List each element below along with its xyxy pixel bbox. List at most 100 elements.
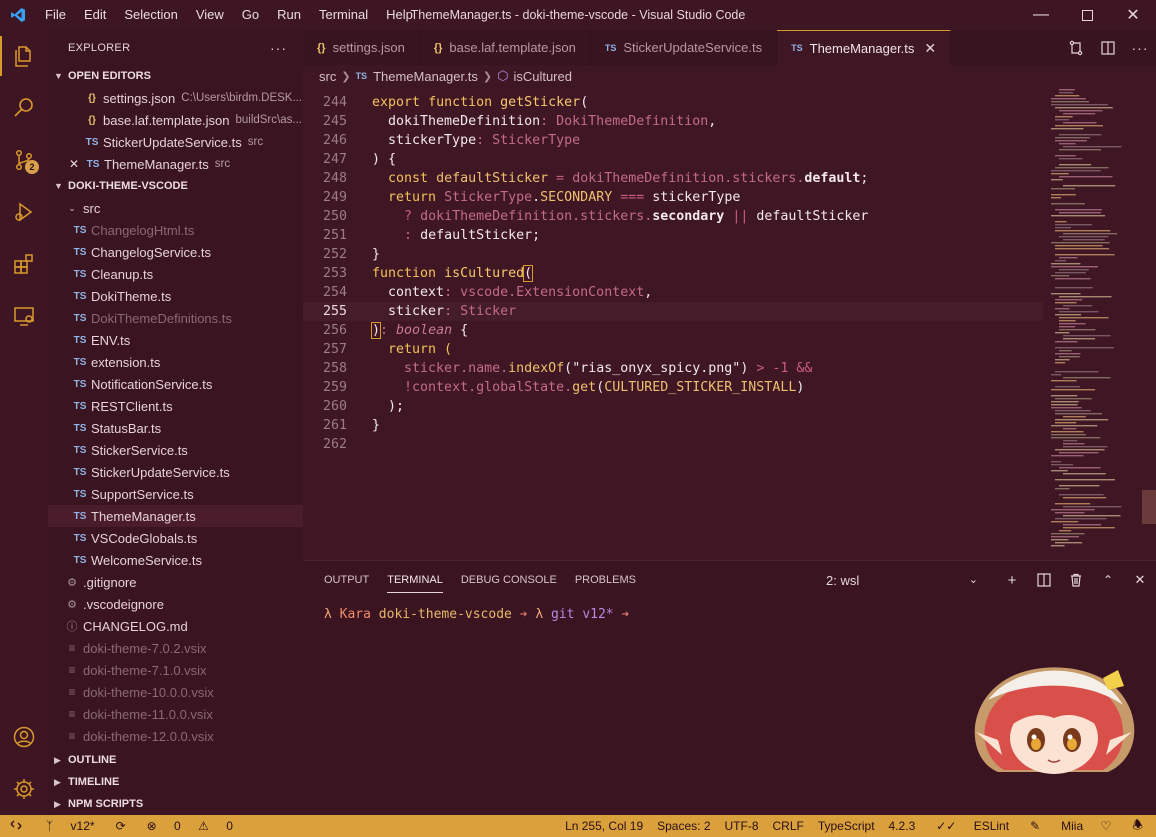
project-header[interactable]: ▼ DOKI-THEME-VSCODE xyxy=(48,175,303,197)
remote-explorer-icon[interactable] xyxy=(0,290,48,342)
maximize-panel-icon[interactable]: ⌃ xyxy=(1092,573,1124,587)
close-window-icon[interactable]: ✕ xyxy=(1110,0,1156,30)
file-item[interactable]: ≡ doki-theme-12.0.0.vsix xyxy=(48,725,303,747)
minimap[interactable] xyxy=(1049,87,1144,557)
menu-file[interactable]: File xyxy=(36,0,75,30)
menu-view[interactable]: View xyxy=(187,0,233,30)
source-control-icon[interactable]: 2 xyxy=(0,134,48,186)
extensions-icon[interactable] xyxy=(0,238,48,290)
breadcrumb-folder[interactable]: src xyxy=(319,69,336,84)
file-item[interactable]: TS StatusBar.ts xyxy=(48,417,303,439)
file-name: ChangelogService.ts xyxy=(91,244,211,260)
feedback-icon[interactable]: ✎ xyxy=(1023,819,1047,833)
eslint-status[interactable]: ✓✓ ESLint xyxy=(922,819,1023,833)
split-editor-icon[interactable] xyxy=(1092,40,1124,56)
file-item[interactable]: TS ChangelogHtml.ts xyxy=(48,219,303,241)
breadcrumb-file[interactable]: ThemeManager.ts xyxy=(373,69,478,84)
open-editor-item[interactable]: TS StickerUpdateService.ts src xyxy=(48,131,303,153)
notifications-bell-icon[interactable]: 🕭 xyxy=(1125,816,1150,837)
tab-problems[interactable]: PROBLEMS xyxy=(566,561,645,599)
run-debug-icon[interactable] xyxy=(0,186,48,238)
tab-base-laf-template[interactable]: {} base.laf.template.json xyxy=(420,30,591,65)
file-item[interactable]: TS WelcomeService.ts xyxy=(48,549,303,571)
file-item[interactable]: ≡ doki-theme-10.0.0.vsix xyxy=(48,681,303,703)
code-token: .globalState. xyxy=(468,380,573,395)
file-item[interactable]: ≡ doki-theme-11.0.0.vsix xyxy=(48,703,303,725)
open-editor-item-active[interactable]: ✕ TS ThemeManager.ts src xyxy=(48,153,303,175)
file-item[interactable]: TS SupportService.ts xyxy=(48,483,303,505)
split-terminal-icon[interactable] xyxy=(1028,573,1060,587)
settings-gear-icon[interactable] xyxy=(0,763,48,815)
file-item[interactable]: ≡ doki-theme-7.0.2.vsix xyxy=(48,637,303,659)
file-item[interactable]: TS RESTClient.ts xyxy=(48,395,303,417)
tab-terminal[interactable]: TERMINAL xyxy=(378,561,452,599)
tab-output[interactable]: OUTPUT xyxy=(315,561,378,599)
open-changes-icon[interactable] xyxy=(1060,40,1092,56)
menu-go[interactable]: Go xyxy=(233,0,268,30)
sync-icon[interactable]: ⟳ xyxy=(109,819,133,833)
terminal-select[interactable]: 2: wsl ⌄ xyxy=(826,573,986,588)
search-icon[interactable] xyxy=(0,82,48,134)
file-item[interactable]: TS ThemeManager.ts xyxy=(48,505,303,527)
open-editor-item[interactable]: {} settings.json C:\Users\birdm.DESK... xyxy=(48,87,303,109)
file-item[interactable]: TS Cleanup.ts xyxy=(48,263,303,285)
scrollbar-slider[interactable] xyxy=(1142,490,1156,524)
remote-indicator[interactable] xyxy=(0,819,32,834)
project-title: DOKI-THEME-VSCODE xyxy=(68,180,188,192)
maximize-icon[interactable] xyxy=(1064,0,1110,30)
status-bar: ᛉ v12* ⟳ ⊗ 0 ⚠ 0 Ln 255, Col 19 Spaces: … xyxy=(0,815,1156,837)
tab-theme-manager[interactable]: TS ThemeManager.ts ✕ xyxy=(777,30,952,65)
close-panel-icon[interactable]: ✕ xyxy=(1124,572,1156,588)
file-item[interactable]: ⓘ CHANGELOG.md xyxy=(48,615,303,637)
open-editor-item[interactable]: {} base.laf.template.json buildSrc\as... xyxy=(48,109,303,131)
menu-selection[interactable]: Selection xyxy=(115,0,186,30)
menu-run[interactable]: Run xyxy=(268,0,310,30)
code-editor[interactable]: 244 export function getSticker( 245 dokiT… xyxy=(303,93,1043,454)
file-item[interactable]: TS StickerService.ts xyxy=(48,439,303,461)
problems-status[interactable]: ⊗ 0 ⚠ 0 xyxy=(133,819,247,833)
branch-status[interactable]: ᛉ v12* xyxy=(32,819,109,833)
tab-sticker-update-service[interactable]: TS StickerUpdateService.ts xyxy=(591,30,778,65)
file-item[interactable]: TS ChangelogService.ts xyxy=(48,241,303,263)
folder-src[interactable]: ⌄ src xyxy=(48,197,303,219)
ts-version[interactable]: 4.2.3 xyxy=(882,819,923,833)
menu-edit[interactable]: Edit xyxy=(75,0,115,30)
cursor-position[interactable]: Ln 255, Col 19 xyxy=(558,819,650,833)
file-item[interactable]: TS VSCodeGlobals.ts xyxy=(48,527,303,549)
file-item[interactable]: TS extension.ts xyxy=(48,351,303,373)
tab-debug-console[interactable]: DEBUG CONSOLE xyxy=(452,561,566,599)
more-actions-icon[interactable]: ··· xyxy=(1124,40,1156,56)
account-icon[interactable] xyxy=(0,711,48,763)
file-item[interactable]: TS NotificationService.ts xyxy=(48,373,303,395)
language-mode[interactable]: TypeScript xyxy=(811,819,882,833)
npm-scripts-header[interactable]: ▶ NPM SCRIPTS xyxy=(48,793,303,815)
file-item[interactable]: TS DokiTheme.ts xyxy=(48,285,303,307)
line-ending[interactable]: CRLF xyxy=(766,819,811,833)
more-actions-icon[interactable]: ··· xyxy=(270,40,287,56)
close-tab-icon[interactable]: ✕ xyxy=(924,40,936,57)
file-item[interactable]: ⚙ .gitignore xyxy=(48,571,303,593)
file-item[interactable]: TS ENV.ts xyxy=(48,329,303,351)
file-item[interactable]: TS DokiThemeDefinitions.ts xyxy=(48,307,303,329)
timeline-header[interactable]: ▶ TIMELINE xyxy=(48,771,303,793)
theme-status[interactable]: Miia ♡ xyxy=(1047,819,1125,833)
new-terminal-icon[interactable]: + xyxy=(996,572,1028,589)
file-item[interactable]: TS StickerUpdateService.ts xyxy=(48,461,303,483)
file-item[interactable]: ≡ doki-theme-7.1.0.vsix xyxy=(48,659,303,681)
encoding[interactable]: UTF-8 xyxy=(718,819,766,833)
outline-header[interactable]: ▶ OUTLINE xyxy=(48,749,303,771)
menu-help[interactable]: Help xyxy=(377,0,422,30)
trash-icon[interactable] xyxy=(1060,573,1092,587)
open-editors-header[interactable]: ▼ OPEN EDITORS xyxy=(48,65,303,87)
explorer-icon[interactable] xyxy=(0,30,48,82)
file-item[interactable]: ⚙ .vscodeignore xyxy=(48,593,303,615)
breadcrumb-symbol[interactable]: isCultured xyxy=(513,69,572,84)
menu-terminal[interactable]: Terminal xyxy=(310,0,377,30)
code-token: boolean xyxy=(396,323,453,338)
minimize-icon[interactable]: — xyxy=(1018,0,1064,30)
indentation[interactable]: Spaces: 2 xyxy=(650,819,717,833)
typescript-file-icon: TS xyxy=(355,71,368,81)
terminal-output[interactable]: λ Kara doki-theme-vscode ➔ λ git v12* ➔ xyxy=(303,607,1156,622)
close-editor-icon[interactable]: ✕ xyxy=(66,157,82,171)
tab-settings-json[interactable]: {} settings.json xyxy=(303,30,420,65)
